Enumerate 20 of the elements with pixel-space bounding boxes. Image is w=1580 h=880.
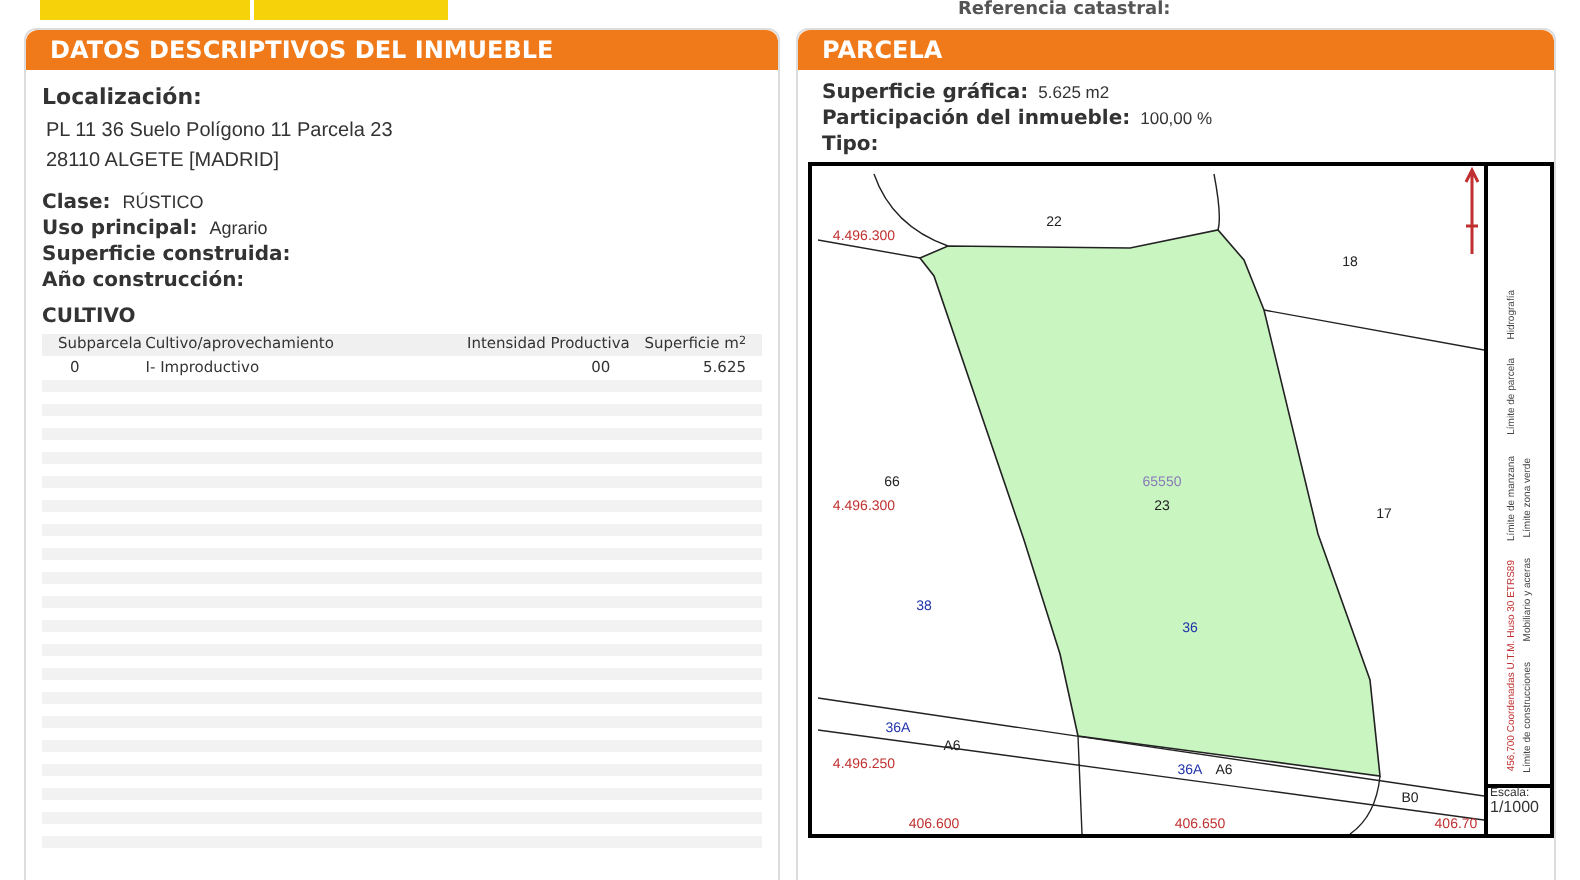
section-title: CULTIVO xyxy=(42,303,138,331)
field-value: RÚSTICO xyxy=(122,189,204,215)
field-label: Uso principal: xyxy=(42,215,198,243)
field-value: Agrario xyxy=(209,215,268,242)
address-line: 28110 ALGETE [MADRID] xyxy=(46,147,282,175)
field-label: Tipo: xyxy=(822,132,879,160)
panel-header: PARCELA xyxy=(798,30,1554,70)
field-label: Superficie gráfica: xyxy=(822,80,1029,108)
field-value: 5.625 m2 xyxy=(1038,80,1110,106)
address-line: PL 11 36 Suelo Polígono 11 Parcela 23 xyxy=(46,117,395,145)
scale-value: 1/1000 xyxy=(1490,800,1541,816)
reference-label: Referencia catastral: xyxy=(958,0,1171,24)
north-arrow-icon xyxy=(1464,166,1480,256)
field-value: 100,00 % xyxy=(1140,106,1213,132)
panel-header: DATOS DESCRIPTIVOS DEL INMUEBLE xyxy=(26,30,778,70)
field-label: Localización: xyxy=(42,82,204,114)
field-label: Superficie construida: xyxy=(42,241,291,269)
field-label: Participación del inmueble: xyxy=(822,106,1131,134)
field-label: Año construcción: xyxy=(42,267,245,295)
field-label: Clase: xyxy=(42,189,111,217)
